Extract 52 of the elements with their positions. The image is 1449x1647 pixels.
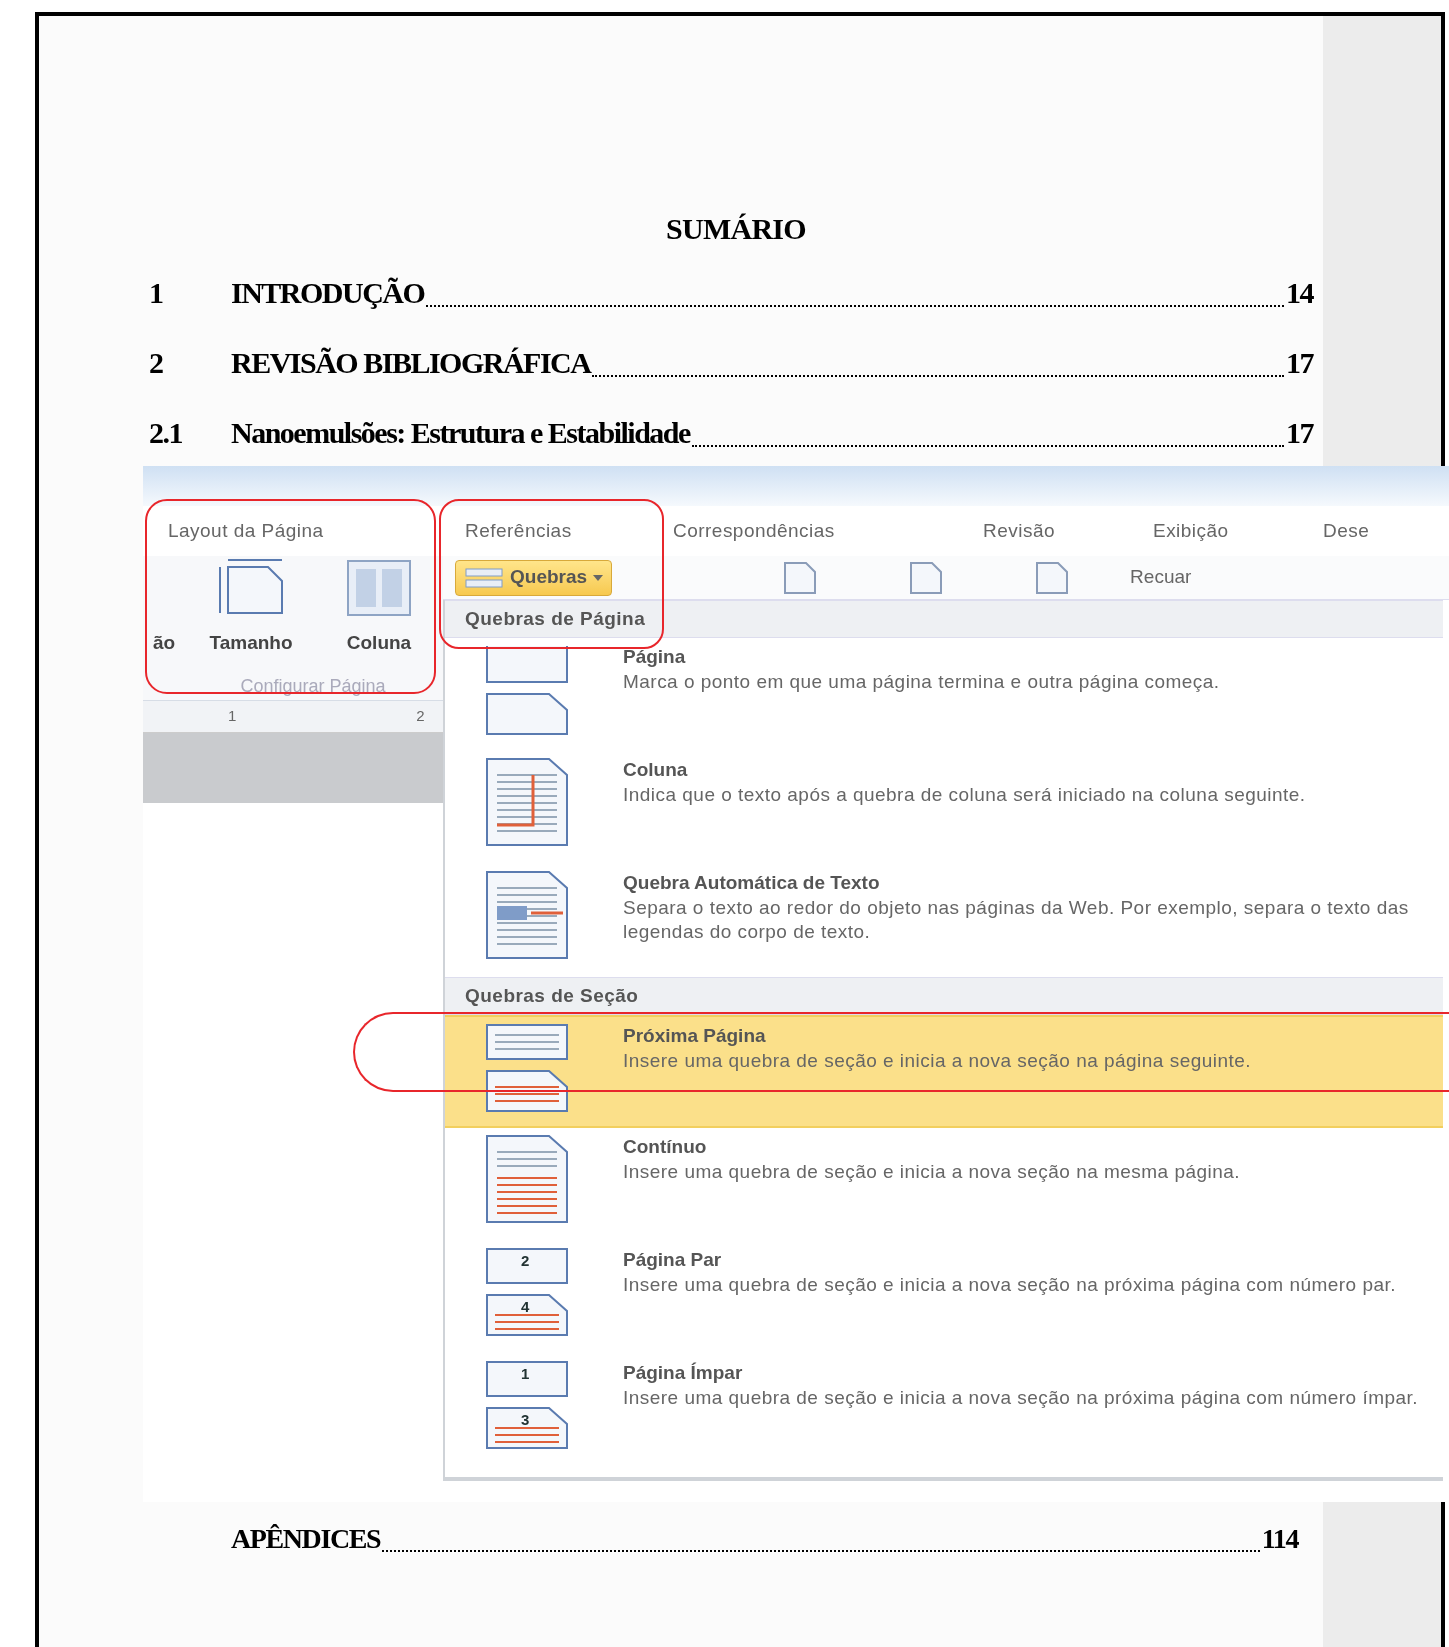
menu-item-title: Página Ímpar [623,1361,744,1385]
menu-section-header: Quebras de Seção [445,977,1443,1015]
page-number: 4 [521,1299,530,1314]
toc-title: INTRODUÇÃO [231,275,425,311]
page-number: 2 [521,1253,530,1268]
ribbon-tab[interactable]: Dese [1323,519,1370,541]
caret-icon [593,574,604,581]
menu-item-description: Insere uma quebra de seção e inicia a nova seção na próxima página com número ímpar. [623,1386,1419,1410]
toolbar-label: Recuar [1130,565,1192,590]
page-number: 3 [521,1412,530,1427]
toc-number: 2.1 [149,415,183,451]
breaks-icon [464,566,504,589]
menu-item-title: Contínuo [623,1135,708,1159]
menu-item-title: Quebra Automática de Texto [623,871,881,895]
menu-item-title: Coluna [623,758,689,782]
menu-item-description: Insere uma quebra de seção e inicia a nova seção na página seguinte. [623,1049,1252,1073]
menu-item-description: Separa o texto ao redor do objeto nas páginas da Web. Por exemplo, separa o texto das legendas do corpo de texto. [623,896,1410,944]
ribbon-tab[interactable]: Exibição [1153,519,1229,541]
ribbon-tab[interactable]: Revisão [983,519,1055,541]
ribbon-button[interactable]: Coluna [315,558,443,657]
menu-item-description: Indica que o texto após a quebra de coluna será iniciado na coluna seguinte. [623,783,1306,807]
ribbon-button[interactable]: Tamanho [187,556,315,657]
menu-item-title: Página Par [623,1248,723,1272]
ruler: 1 2 [143,701,443,733]
ribbon-tab[interactable]: Referências [465,519,572,541]
toolbar-page-icon[interactable] [908,559,945,596]
menu-item-title: Página [623,645,687,669]
ribbon-tab[interactable]: Correspondências [673,519,835,541]
toc-page-number: 114 [1261,1522,1298,1556]
menu-item-description: Marca o ponto em que uma página termina e outra página começa. [623,670,1220,694]
menu-section-header: Quebras de Página [445,600,1443,638]
menu-item-description: Insere uma quebra de seção e inicia a nova seção na mesma página. [623,1160,1241,1184]
group-label: Configurar Página [240,675,386,698]
menu-item-title: Próxima Página [623,1024,767,1048]
menu-item[interactable]: Próxima Página Insere uma quebra de seção e inicia a nova seção na página seguinte. [445,1015,1443,1128]
document-title: SUMÁRIO [666,211,806,247]
page-number: 1 [521,1366,530,1381]
ribbon-button[interactable]: ão [143,616,187,657]
toc-title: REVISÃO BIBLIOGRÁFICA [231,345,591,381]
toc-page-number: 17 [1286,415,1313,451]
toc-page-number: 14 [1286,275,1313,311]
toolbar-page-icon[interactable] [1034,559,1071,596]
toc-number: 2 [149,345,164,381]
menu-item-description: Insere uma quebra de seção e inicia a nova seção na próxima página com número par. [623,1273,1396,1297]
columns-icon [346,558,412,617]
toc-title: Nanoemulsões: Estrutura e Estabilidade [231,415,690,451]
toolbar-page-icon[interactable] [782,559,819,596]
toc-number: 1 [149,275,164,311]
breaks-dropdown-button[interactable]: Quebras [455,559,613,596]
ribbon-tab[interactable]: Layout da Página [168,519,324,541]
toc-title: APÊNDICES [231,1522,381,1556]
toc-page-number: 17 [1286,345,1313,381]
